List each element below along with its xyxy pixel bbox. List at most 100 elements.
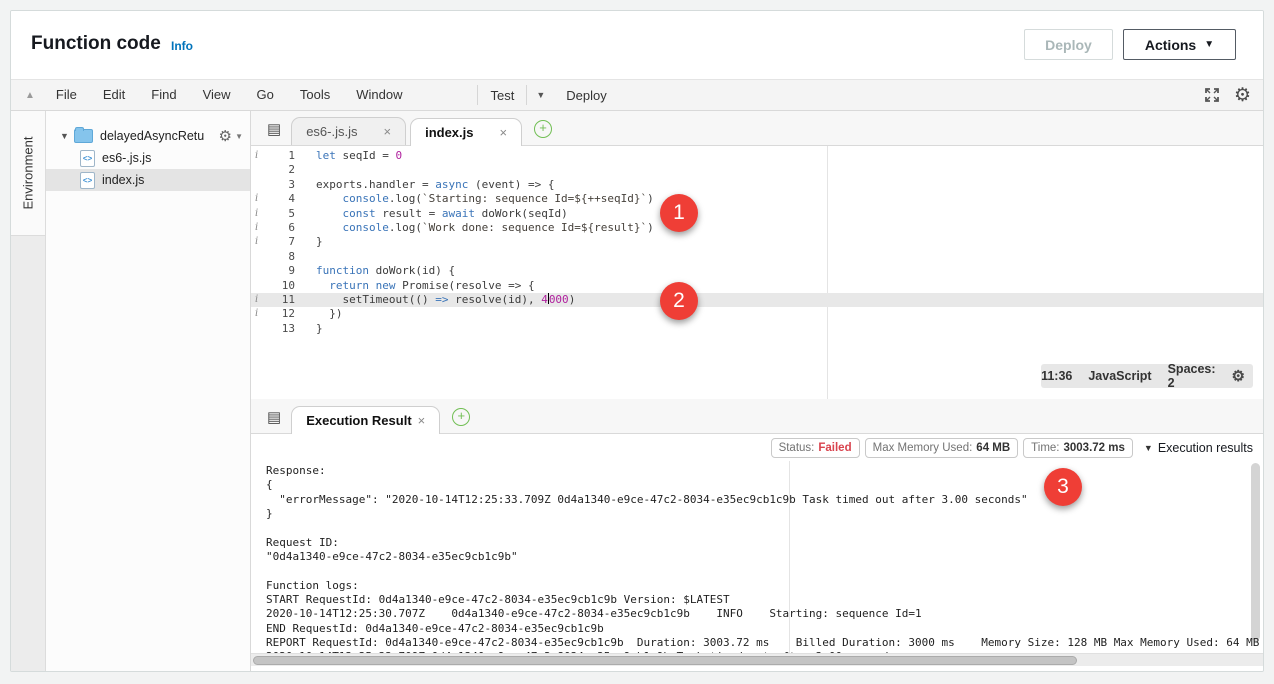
code-token: ) [647, 221, 654, 234]
menu-item-go[interactable]: Go [244, 87, 287, 102]
horizontal-scrollbar-thumb[interactable] [253, 656, 1077, 665]
execution-output-console[interactable]: Response:{ "errorMessage": "2020-10-14T1… [251, 461, 1263, 653]
close-icon[interactable]: × [500, 125, 508, 140]
code-token [369, 279, 376, 292]
code-token [316, 207, 343, 220]
code-token: `Starting: sequence Id=${++seqId}` [422, 192, 647, 205]
code-token: ) [569, 293, 576, 306]
code-token: `Work done: sequence Id=${result}` [422, 221, 647, 234]
code-line-13: 13} [251, 322, 1263, 336]
tab-es6-.js.js[interactable]: es6-.js.js× [291, 117, 406, 145]
code-text [304, 250, 316, 264]
card-header: Function code Info Deploy Actions ▼ [11, 11, 1263, 79]
close-icon[interactable]: × [418, 413, 426, 428]
code-token: => [435, 293, 448, 306]
line-number: 5 [268, 207, 304, 221]
environment-tab[interactable]: Environment [11, 111, 45, 236]
code-token: Promise(resolve => { [396, 279, 535, 292]
code-text: console.log(`Work done: sequence Id=${re… [304, 221, 654, 235]
tab-execution-result[interactable]: Execution Result × [291, 406, 440, 434]
code-token: } [316, 235, 323, 248]
language-mode[interactable]: JavaScript [1088, 369, 1151, 383]
tab-label: index.js [425, 125, 473, 140]
code-text: }) [304, 307, 343, 321]
menu-item-test[interactable]: Test [478, 88, 526, 103]
indent-setting[interactable]: Spaces: 2 [1168, 362, 1216, 390]
menu-item-window[interactable]: Window [343, 87, 415, 102]
info-annotation-icon [251, 264, 268, 278]
tab-list-icon[interactable]: ▤ [267, 122, 281, 137]
folder-name: delayedAsyncReturn [100, 129, 205, 143]
code-line-10: 10 return new Promise(resolve => { [251, 279, 1263, 293]
info-link[interactable]: Info [171, 39, 193, 53]
new-tab-icon[interactable]: + [534, 120, 552, 138]
statusbar-gear-icon[interactable]: ⚙ [1232, 369, 1245, 384]
menu-item-tools[interactable]: Tools [287, 87, 343, 102]
actions-button[interactable]: Actions ▼ [1123, 29, 1236, 60]
status-badge: Max Memory Used:64 MB [865, 438, 1019, 458]
close-icon[interactable]: × [383, 124, 391, 139]
code-text: } [304, 235, 323, 249]
tree-settings-caret-icon[interactable]: ▼ [235, 132, 243, 141]
output-line: REPORT RequestId: 0d4a1340-e9ce-47c2-803… [266, 636, 1259, 650]
tree-settings-gear-icon[interactable]: ⚙ [219, 129, 232, 144]
status-badge: Status:Failed [771, 438, 860, 458]
code-token: function [316, 264, 369, 277]
execution-result-tab-label: Execution Result [306, 413, 411, 428]
info-annotation-icon: i [251, 192, 268, 206]
deploy-button[interactable]: Deploy [1024, 29, 1113, 60]
code-editor[interactable]: i1let seqId = 023exports.handler = async… [251, 146, 1263, 399]
folder-expand-caret-icon[interactable]: ▼ [60, 131, 74, 141]
info-annotation-icon [251, 250, 268, 264]
code-text: console.log(`Starting: sequence Id=${++s… [304, 192, 654, 206]
actions-button-label: Actions [1145, 37, 1196, 53]
horizontal-scrollbar[interactable] [251, 653, 1263, 666]
lambda-function-code-page: { "header": { "title": "Function code", … [0, 0, 1274, 684]
tab-index.js[interactable]: index.js × [410, 118, 522, 146]
output-line: "0d4a1340-e9ce-47c2-8034-e35ec9cb1c9b" [266, 550, 1259, 564]
output-line: Response: [266, 464, 1259, 478]
ide-settings-gear-icon[interactable]: ⚙ [1234, 86, 1251, 105]
menu-item-view[interactable]: View [190, 87, 244, 102]
line-number: 12 [268, 307, 304, 321]
line-number: 9 [268, 264, 304, 278]
code-line-9: 9function doWork(id) { [251, 264, 1263, 278]
line-number: 1 [268, 149, 304, 163]
code-text: const result = await doWork(seqId) [304, 207, 568, 221]
code-token: 0 [395, 149, 402, 162]
code-token: doWork(seqId) [475, 207, 568, 220]
code-token: result = [376, 207, 442, 220]
menu-item-find[interactable]: Find [138, 87, 189, 102]
editor-statusbar[interactable]: 11:36 JavaScript Spaces: 2 ⚙ [1041, 364, 1253, 388]
code-token: .log( [389, 221, 422, 234]
fullscreen-icon[interactable] [1204, 87, 1220, 103]
line-number: 11 [268, 293, 304, 307]
tree-file-es6-.js.js[interactable]: <>es6-.js.js [46, 147, 250, 169]
code-text: setTimeout(() => resolve(id), 4000) [304, 293, 575, 307]
info-annotation-icon: i [251, 149, 268, 163]
code-token: (event) => { [468, 178, 554, 191]
output-line: "errorMessage": "2020-10-14T12:25:33.709… [266, 493, 1259, 507]
folder-icon [74, 129, 93, 143]
test-dropdown-icon[interactable]: ▼ [527, 90, 554, 100]
tree-folder-row[interactable]: ▼ delayedAsyncReturn ⚙ ▼ [46, 125, 250, 147]
execution-results-toggle-label: Execution results [1158, 441, 1253, 455]
new-tab-icon[interactable]: + [452, 408, 470, 426]
tab-list-icon[interactable]: ▤ [267, 410, 281, 425]
code-text: let seqId = 0 [304, 149, 402, 163]
tree-file-index.js[interactable]: <>index.js [46, 169, 250, 191]
code-token: 4 [541, 293, 548, 306]
menu-item-deploy[interactable]: Deploy [554, 88, 618, 103]
menu-item-edit[interactable]: Edit [90, 87, 138, 102]
chevron-down-icon: ▼ [1144, 443, 1153, 453]
menu-item-file[interactable]: File [43, 87, 90, 102]
status-badges: Status:FailedMax Memory Used:64 MBTime:3… [771, 438, 1133, 458]
code-token: setTimeout(() [316, 293, 435, 306]
info-annotation-icon [251, 163, 268, 177]
code-line-11: i11 setTimeout(() => resolve(id), 4000) [251, 293, 1263, 307]
code-text [304, 163, 316, 177]
cursor-position[interactable]: 11:36 [1041, 369, 1072, 383]
code-token: seqId = [336, 149, 396, 162]
collapse-pane-icon[interactable]: ▲ [25, 90, 35, 101]
execution-results-toggle[interactable]: ▼ Execution results [1144, 441, 1253, 455]
